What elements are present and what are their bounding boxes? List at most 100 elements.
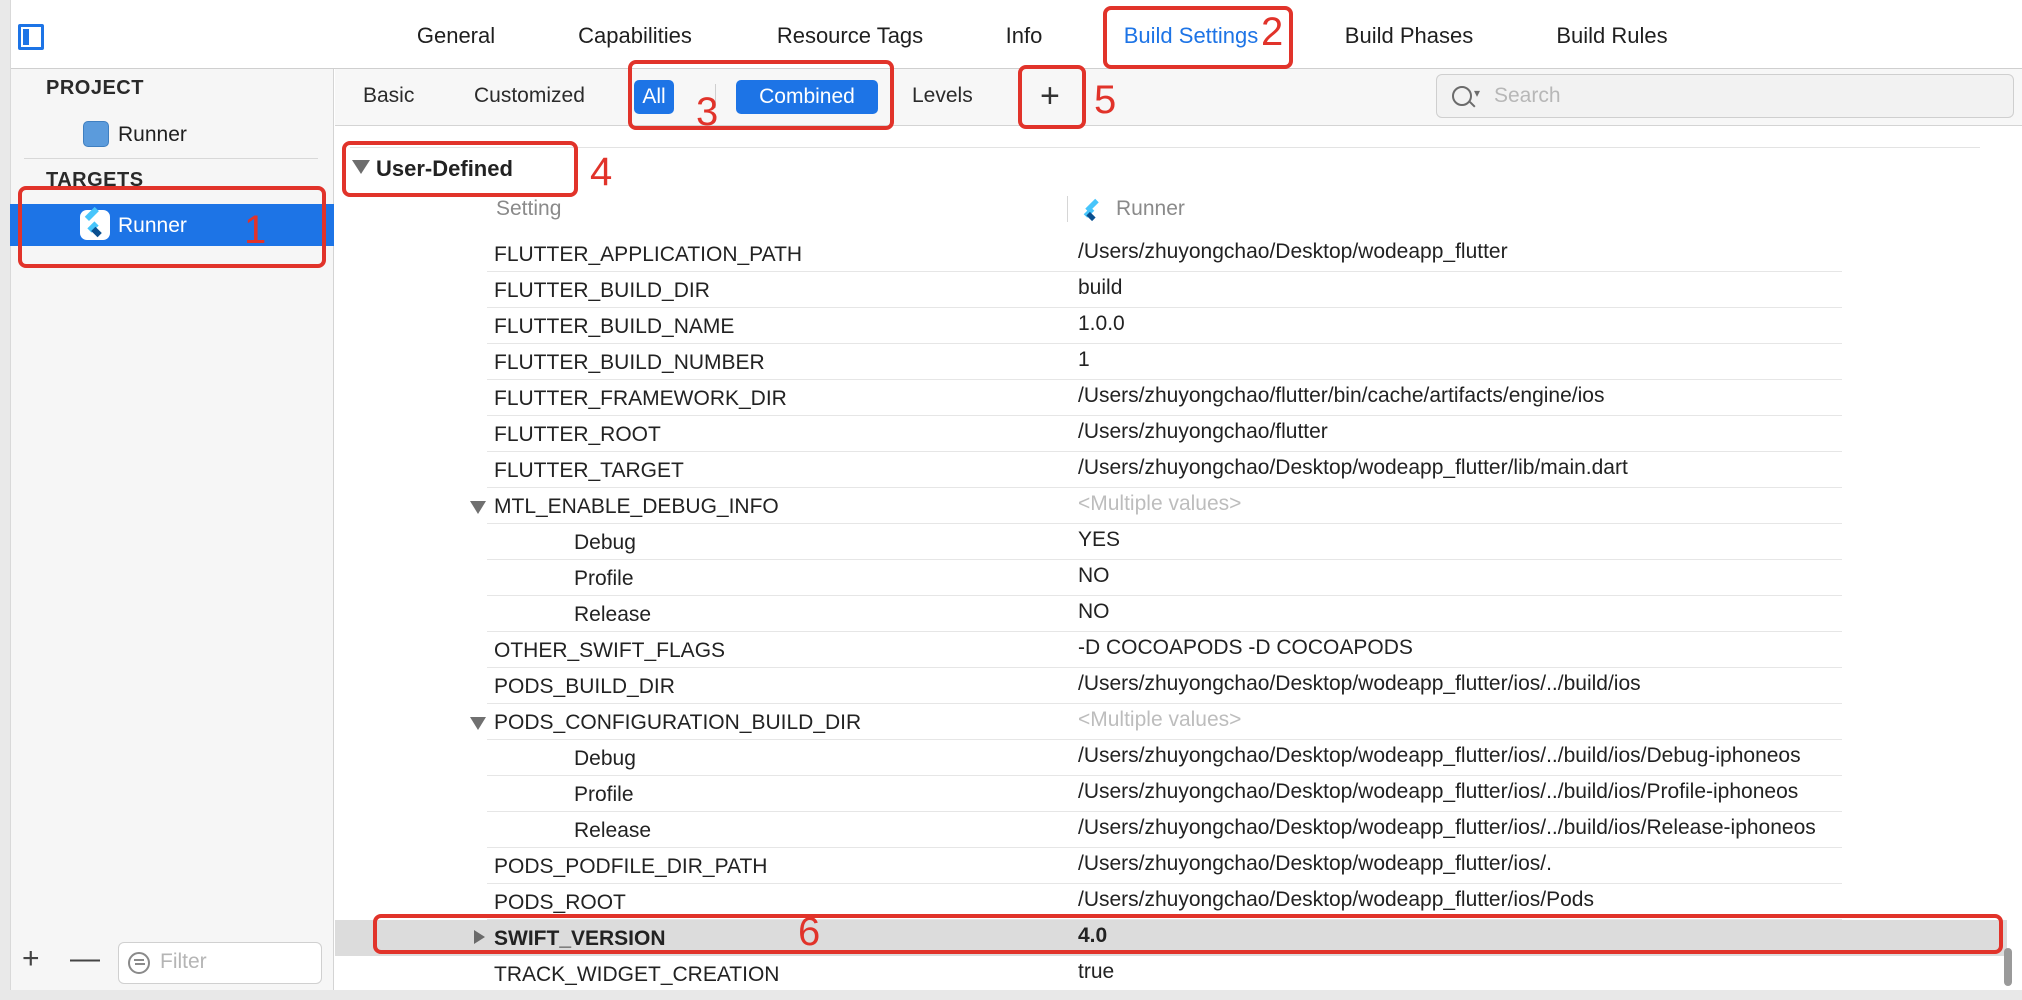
- setting-key: Release: [574, 819, 652, 842]
- setting-row[interactable]: FLUTTER_BUILD_NUMBER 1: [335, 344, 2007, 380]
- target-runner-label: Runner: [118, 214, 187, 237]
- disclosure-triangle-icon[interactable]: [470, 717, 486, 730]
- setting-subrow[interactable]: Profile/Users/zhuyongchao/Desktop/wodeap…: [335, 776, 2007, 812]
- add-setting-button[interactable]: +: [1040, 78, 1060, 114]
- setting-key: Debug: [574, 531, 636, 554]
- setting-key: Debug: [574, 747, 636, 770]
- setting-subrow[interactable]: Profile NO: [335, 560, 2007, 596]
- setting-value[interactable]: /Users/zhuyongchao/Desktop/wodeapp_flutt…: [1078, 744, 1801, 768]
- annotation-number-5: 5: [1094, 78, 1117, 122]
- setting-value[interactable]: NO: [1078, 564, 1110, 588]
- search-icon: [1452, 86, 1472, 106]
- scrollbar[interactable]: [2004, 948, 2012, 986]
- section-divider: [350, 147, 1980, 148]
- disclosure-triangle-icon[interactable]: [470, 501, 486, 514]
- setting-value[interactable]: /Users/zhuyongchao/Desktop/wodeapp_flutt…: [1078, 780, 1798, 804]
- setting-row[interactable]: FLUTTER_BUILD_NAME 1.0.0: [335, 308, 2007, 344]
- setting-row[interactable]: TRACK_WIDGET_CREATION true: [335, 956, 2007, 992]
- setting-value[interactable]: NO: [1078, 600, 1110, 624]
- setting-value[interactable]: <Multiple values>: [1078, 492, 1241, 516]
- setting-value[interactable]: /Users/zhuyongchao/flutter/bin/cache/art…: [1078, 384, 1604, 408]
- setting-value[interactable]: /Users/zhuyongchao/Desktop/wodeapp_flutt…: [1078, 456, 1628, 480]
- add-target-button[interactable]: +: [22, 944, 40, 974]
- setting-subrow[interactable]: Debug/Users/zhuyongchao/Desktop/wodeapp_…: [335, 740, 2007, 776]
- tab-info[interactable]: Info: [1006, 0, 1043, 68]
- filter-basic[interactable]: Basic: [363, 84, 414, 108]
- setting-key: PODS_PODFILE_DIR_PATH: [494, 855, 768, 878]
- setting-subrow[interactable]: Release NO: [335, 596, 2007, 632]
- setting-value[interactable]: /Users/zhuyongchao/Desktop/wodeapp_flutt…: [1078, 888, 1594, 912]
- disclosure-triangle-icon[interactable]: [352, 160, 370, 174]
- setting-value[interactable]: true: [1078, 960, 1114, 984]
- setting-row[interactable]: PODS_BUILD_DIR/Users/zhuyongchao/Desktop…: [335, 668, 2007, 704]
- setting-value[interactable]: /Users/zhuyongchao/Desktop/wodeapp_flutt…: [1078, 672, 1641, 696]
- setting-key: FLUTTER_ROOT: [494, 423, 661, 446]
- setting-row[interactable]: FLUTTER_BUILD_DIR build: [335, 272, 2007, 308]
- setting-row-selected[interactable]: SWIFT_VERSION 4.0: [335, 920, 2007, 956]
- remove-target-button[interactable]: —: [70, 944, 100, 974]
- section-title-user-defined[interactable]: User-Defined: [376, 156, 513, 182]
- setting-value[interactable]: /Users/zhuyongchao/Desktop/wodeapp_flutt…: [1078, 240, 1508, 264]
- sidebar-divider: [24, 158, 318, 159]
- annotation-number-1: 1: [244, 208, 267, 252]
- tab-build-rules[interactable]: Build Rules: [1556, 0, 1667, 68]
- setting-value[interactable]: build: [1078, 276, 1122, 300]
- flutter-app-icon: [80, 206, 110, 240]
- filter-customized[interactable]: Customized: [474, 84, 585, 108]
- setting-key: PODS_ROOT: [494, 891, 626, 914]
- setting-row[interactable]: FLUTTER_ROOT/Users/zhuyongchao/flutter: [335, 416, 2007, 452]
- setting-row[interactable]: FLUTTER_APPLICATION_PATH/Users/zhuyongch…: [335, 236, 2007, 272]
- tab-general[interactable]: General: [417, 0, 495, 68]
- tab-build-settings[interactable]: Build Settings: [1124, 0, 1259, 68]
- tab-resource-tags[interactable]: Resource Tags: [777, 0, 923, 68]
- window-bottom-edge: [0, 990, 2022, 1000]
- column-header-setting: Setting: [496, 197, 562, 220]
- setting-subrow[interactable]: Debug YES: [335, 524, 2007, 560]
- view-combined[interactable]: Combined: [736, 80, 878, 114]
- setting-value[interactable]: 1: [1078, 348, 1090, 372]
- sidebar-item-project-runner[interactable]: Runner: [118, 123, 187, 147]
- setting-row[interactable]: PODS_ROOT/Users/zhuyongchao/Desktop/wode…: [335, 884, 2007, 920]
- tab-capabilities[interactable]: Capabilities: [578, 0, 692, 68]
- setting-value[interactable]: YES: [1078, 528, 1120, 552]
- setting-key: FLUTTER_BUILD_DIR: [494, 279, 710, 302]
- project-heading: PROJECT: [46, 77, 144, 99]
- setting-key: Profile: [574, 567, 634, 590]
- setting-key: FLUTTER_APPLICATION_PATH: [494, 243, 803, 266]
- setting-value[interactable]: 1.0.0: [1078, 312, 1125, 336]
- annotation-number-3: 3: [696, 90, 719, 134]
- setting-value[interactable]: <Multiple values>: [1078, 708, 1241, 732]
- setting-value[interactable]: -D COCOAPODS -D COCOAPODS: [1078, 636, 1413, 660]
- tab-build-phases[interactable]: Build Phases: [1345, 0, 1473, 68]
- setting-row-expanded[interactable]: MTL_ENABLE_DEBUG_INFO <Multiple values>: [335, 488, 2007, 524]
- search-placeholder: Search: [1494, 84, 1561, 107]
- disclosure-triangle-icon[interactable]: [474, 930, 485, 944]
- annotation-number-4: 4: [590, 150, 613, 194]
- setting-value[interactable]: /Users/zhuyongchao/flutter: [1078, 420, 1328, 444]
- setting-key: FLUTTER_TARGET: [494, 459, 684, 482]
- filter-placeholder: Filter: [160, 950, 207, 973]
- setting-key: Profile: [574, 783, 634, 806]
- filter-icon: [128, 952, 150, 974]
- setting-key: OTHER_SWIFT_FLAGS: [494, 639, 726, 662]
- annotation-number-6: 6: [798, 910, 821, 954]
- view-levels[interactable]: Levels: [912, 84, 973, 108]
- filter-all[interactable]: All: [634, 80, 674, 114]
- setting-key: FLUTTER_BUILD_NAME: [494, 315, 735, 338]
- setting-subrow[interactable]: Release/Users/zhuyongchao/Desktop/wodeap…: [335, 812, 2007, 848]
- annotation-number-2: 2: [1261, 10, 1284, 54]
- setting-value[interactable]: /Users/zhuyongchao/Desktop/wodeapp_flutt…: [1078, 852, 1552, 876]
- setting-row[interactable]: PODS_PODFILE_DIR_PATH/Users/zhuyongchao/…: [335, 848, 2007, 884]
- setting-row[interactable]: FLUTTER_FRAMEWORK_DIR/Users/zhuyongchao/…: [335, 380, 2007, 416]
- setting-value[interactable]: 4.0: [1078, 924, 1107, 948]
- setting-row-expanded[interactable]: PODS_CONFIGURATION_BUILD_DIR <Multiple va…: [335, 704, 2007, 740]
- targets-heading: TARGETS: [46, 169, 144, 191]
- setting-value[interactable]: /Users/zhuyongchao/Desktop/wodeapp_flutt…: [1078, 816, 1816, 840]
- setting-row[interactable]: OTHER_SWIFT_FLAGS -D COCOAPODS -D COCOAP…: [335, 632, 2007, 668]
- setting-row[interactable]: FLUTTER_TARGET/Users/zhuyongchao/Desktop…: [335, 452, 2007, 488]
- project-file-icon: [83, 121, 109, 147]
- setting-key: PODS_CONFIGURATION_BUILD_DIR: [494, 711, 862, 734]
- sidebar-toggle-icon[interactable]: [18, 24, 44, 50]
- setting-key: Release: [574, 603, 652, 626]
- column-header-runner: Runner: [1116, 197, 1185, 220]
